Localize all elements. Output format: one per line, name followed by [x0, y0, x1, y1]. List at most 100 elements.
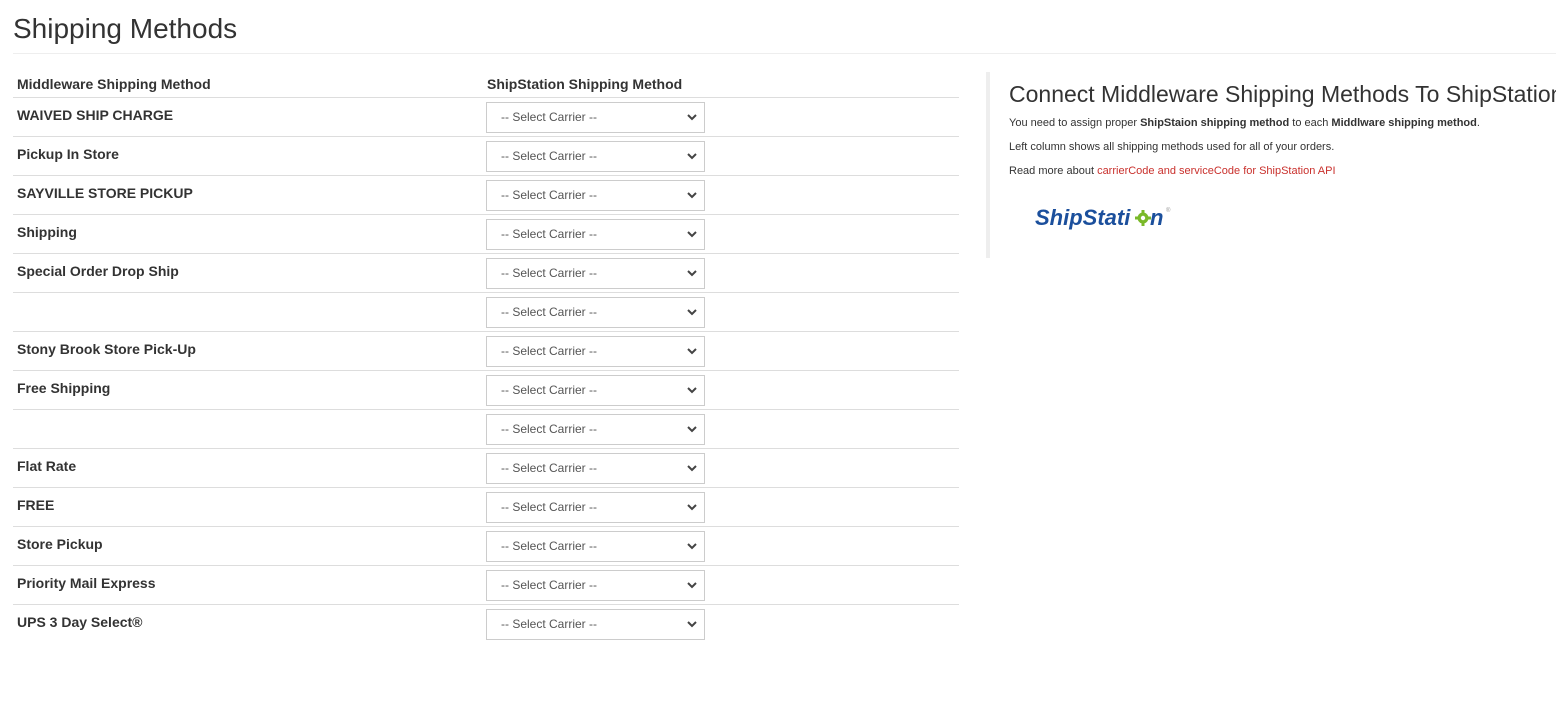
logo-text-end: n	[1150, 205, 1163, 230]
carrier-select[interactable]: -- Select Carrier --	[486, 296, 705, 328]
carrier-select[interactable]: -- Select Carrier --	[486, 374, 705, 406]
help-panel: Connect Middleware Shipping Methods To S…	[986, 72, 1556, 258]
carrier-select[interactable]: -- Select Carrier --	[486, 218, 705, 250]
chevron-down-icon	[687, 269, 697, 276]
middleware-method-name	[13, 409, 482, 449]
carrier-select[interactable]: -- Select Carrier --	[486, 335, 705, 367]
carrier-select-value: -- Select Carrier --	[501, 616, 598, 631]
help-instruction-bold-shipstation: ShipStaion shipping method	[1140, 117, 1290, 129]
carrier-select-value: -- Select Carrier --	[501, 343, 598, 358]
help-instruction-text: .	[1476, 117, 1480, 129]
table-header-row: Middleware Shipping Method ShipStation S…	[13, 72, 959, 98]
table-row: Free Shipping -- Select Carrier --	[13, 370, 959, 410]
carrier-select-value: -- Select Carrier --	[501, 265, 598, 280]
table-row: Shipping -- Select Carrier --	[13, 214, 959, 254]
middleware-method-name: Free Shipping	[13, 370, 482, 410]
carrier-select-value: -- Select Carrier --	[501, 304, 598, 319]
shipping-mapping-table: Middleware Shipping Method ShipStation S…	[13, 72, 959, 644]
carrier-select[interactable]: -- Select Carrier --	[486, 452, 705, 484]
carrier-select-value: -- Select Carrier --	[501, 421, 598, 436]
help-instruction-text: You need to assign proper	[1009, 117, 1141, 129]
carrier-select-value: -- Select Carrier --	[501, 460, 598, 475]
shipstation-method-cell: -- Select Carrier --	[482, 487, 959, 527]
chevron-down-icon	[687, 191, 697, 198]
chevron-down-icon	[687, 386, 697, 393]
middleware-method-name: SAYVILLE STORE PICKUP	[13, 175, 482, 215]
table-row: SAYVILLE STORE PICKUP -- Select Carrier …	[13, 175, 959, 215]
title-divider	[13, 53, 1556, 54]
carrier-select[interactable]: -- Select Carrier --	[486, 413, 705, 445]
chevron-down-icon	[687, 152, 697, 159]
chevron-down-icon	[687, 113, 697, 120]
carrier-select-value: -- Select Carrier --	[501, 382, 598, 397]
middleware-method-name: Priority Mail Express	[13, 565, 482, 605]
table-row: -- Select Carrier --	[13, 292, 959, 332]
middleware-method-name: Shipping	[13, 214, 482, 254]
table-body: WAIVED SHIP CHARGE -- Select Carrier -- …	[13, 97, 959, 644]
help-left-column-note: Left column shows all shipping methods u…	[1009, 141, 1335, 153]
carrier-select[interactable]: -- Select Carrier --	[486, 608, 705, 640]
carrier-select[interactable]: -- Select Carrier --	[486, 179, 705, 211]
middleware-method-name	[13, 292, 482, 332]
help-instruction-text: to each	[1289, 117, 1332, 129]
table-row: Priority Mail Express -- Select Carrier …	[13, 565, 959, 605]
carrier-select-value: -- Select Carrier --	[501, 577, 598, 592]
carrier-select[interactable]: -- Select Carrier --	[486, 530, 705, 562]
shipstation-method-cell: -- Select Carrier --	[482, 331, 959, 371]
table-row: -- Select Carrier --	[13, 409, 959, 449]
registered-mark: ®	[1166, 207, 1171, 214]
gear-icon	[1135, 210, 1151, 226]
shipstation-logo: ShipStati n ®	[1035, 205, 1171, 230]
table-row: Pickup In Store -- Select Carrier --	[13, 136, 959, 176]
middleware-method-name: Flat Rate	[13, 448, 482, 488]
middleware-method-name: Store Pickup	[13, 526, 482, 566]
carrier-select[interactable]: -- Select Carrier --	[486, 491, 705, 523]
chevron-down-icon	[687, 542, 697, 549]
table-row: Flat Rate -- Select Carrier --	[13, 448, 959, 488]
shipstation-method-cell: -- Select Carrier --	[482, 409, 959, 449]
chevron-down-icon	[687, 347, 697, 354]
chevron-down-icon	[687, 230, 697, 237]
chevron-down-icon	[687, 425, 697, 432]
carrier-select-value: -- Select Carrier --	[501, 187, 598, 202]
shipstation-method-cell: -- Select Carrier --	[482, 136, 959, 176]
table-row: WAIVED SHIP CHARGE -- Select Carrier --	[13, 97, 959, 137]
middleware-method-name: WAIVED SHIP CHARGE	[13, 97, 482, 137]
shipstation-method-cell: -- Select Carrier --	[482, 605, 959, 644]
carrier-select[interactable]: -- Select Carrier --	[486, 569, 705, 601]
shipstation-method-cell: -- Select Carrier --	[482, 370, 959, 410]
carrier-select[interactable]: -- Select Carrier --	[486, 140, 705, 172]
middleware-method-name: Special Order Drop Ship	[13, 253, 482, 293]
help-read-more: Read more about carrierCode and serviceC…	[1009, 164, 1546, 178]
shipstation-method-cell: -- Select Carrier --	[482, 214, 959, 254]
table-row: Store Pickup -- Select Carrier --	[13, 526, 959, 566]
shipstation-method-cell: -- Select Carrier --	[482, 565, 959, 605]
chevron-down-icon	[687, 308, 697, 315]
carrier-select-value: -- Select Carrier --	[501, 499, 598, 514]
chevron-down-icon	[687, 464, 697, 471]
help-panel-title: Connect Middleware Shipping Methods To S…	[1009, 81, 1556, 107]
page-title: Shipping Methods	[13, 13, 238, 44]
shipstation-method-cell: -- Select Carrier --	[482, 97, 959, 137]
chevron-down-icon	[687, 621, 697, 628]
carrier-select[interactable]: -- Select Carrier --	[486, 101, 705, 133]
api-docs-link[interactable]: carrierCode and serviceCode for ShipStat…	[1097, 165, 1335, 177]
table-row: Special Order Drop Ship -- Select Carrie…	[13, 253, 959, 293]
table-row: FREE -- Select Carrier --	[13, 487, 959, 527]
middleware-method-name: Stony Brook Store Pick-Up	[13, 331, 482, 371]
middleware-method-name: Pickup In Store	[13, 136, 482, 176]
help-instruction: You need to assign proper ShipStaion shi…	[1009, 116, 1546, 130]
shipstation-method-cell: -- Select Carrier --	[482, 253, 959, 293]
logo-text: ShipStati	[1035, 205, 1131, 230]
carrier-select[interactable]: -- Select Carrier --	[486, 257, 705, 289]
shipstation-method-cell: -- Select Carrier --	[482, 175, 959, 215]
table-row: Stony Brook Store Pick-Up -- Select Carr…	[13, 331, 959, 371]
table-row: UPS 3 Day Select® -- Select Carrier --	[13, 605, 959, 644]
carrier-select-value: -- Select Carrier --	[501, 226, 598, 241]
middleware-method-name: FREE	[13, 487, 482, 527]
shipstation-method-cell: -- Select Carrier --	[482, 526, 959, 566]
carrier-select-value: -- Select Carrier --	[501, 148, 598, 163]
header-middleware-method: Middleware Shipping Method	[13, 72, 482, 98]
carrier-select-value: -- Select Carrier --	[501, 109, 598, 124]
header-shipstation-method: ShipStation Shipping Method	[482, 72, 959, 98]
